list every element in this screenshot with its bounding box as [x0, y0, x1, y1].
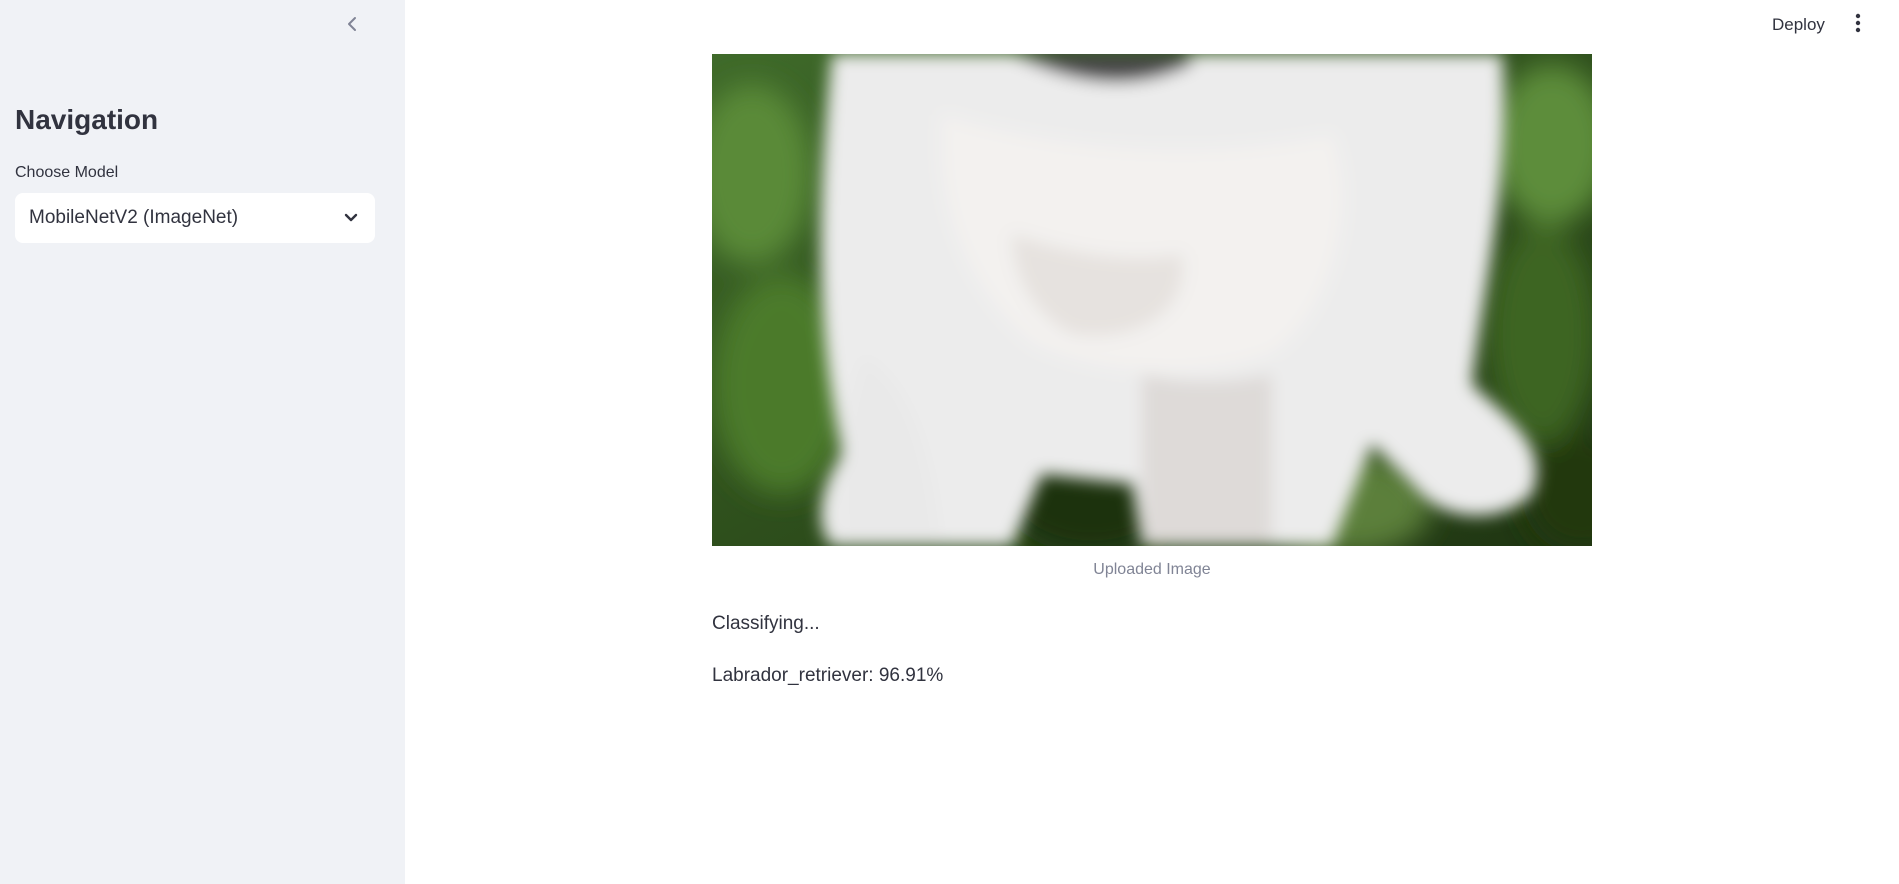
main-menu-button[interactable] [1846, 10, 1870, 40]
uploaded-image [712, 54, 1592, 546]
chevron-left-icon [345, 15, 359, 38]
chevron-down-icon [341, 208, 361, 228]
classification-result: Labrador_retriever: 96.91% [712, 665, 944, 686]
more-vertical-icon [1855, 13, 1861, 38]
model-select-label: Choose Model [15, 164, 119, 181]
sidebar-title: Navigation [15, 104, 159, 135]
sidebar-collapse-button[interactable] [338, 12, 366, 40]
image-caption: Uploaded Image [1093, 561, 1211, 578]
sidebar: Navigation Choose Model MobileNetV2 (Ima… [0, 0, 405, 884]
deploy-button[interactable]: Deploy [1764, 10, 1833, 40]
app-root: Navigation Choose Model MobileNetV2 (Ima… [0, 0, 1899, 884]
model-select[interactable]: MobileNetV2 (ImageNet) [15, 193, 375, 243]
model-select-value: MobileNetV2 (ImageNet) [29, 207, 239, 228]
classification-status: Classifying... [712, 613, 820, 634]
